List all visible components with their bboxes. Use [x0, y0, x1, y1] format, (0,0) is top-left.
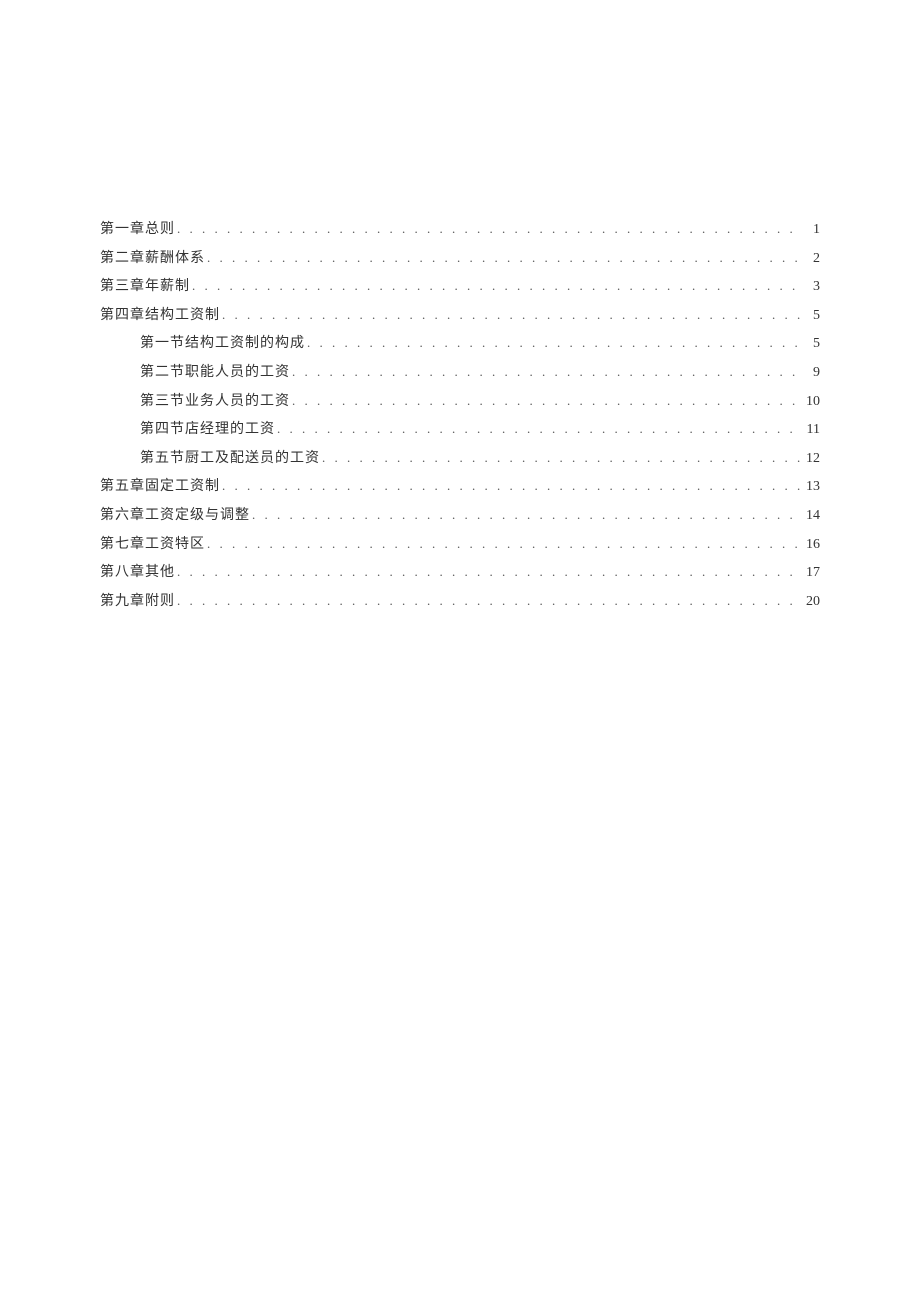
toc-entry: 第二节职能人员的工资 . . . . . . . . . . . . . . .…: [140, 363, 820, 383]
toc-title: 第二章薪酬体系: [100, 249, 205, 269]
toc-leader: . . . . . . . . . . . . . . . . . . . . …: [307, 334, 800, 352]
toc-leader: . . . . . . . . . . . . . . . . . . . . …: [222, 306, 800, 324]
toc-page: 2: [802, 249, 820, 269]
toc-title: 第五节厨工及配送员的工资: [140, 449, 320, 469]
toc-leader: . . . . . . . . . . . . . . . . . . . . …: [177, 592, 800, 610]
toc-entry: 第五章固定工资制 . . . . . . . . . . . . . . . .…: [100, 477, 820, 497]
toc-page: 12: [802, 449, 820, 469]
toc-entry: 第三节业务人员的工资 . . . . . . . . . . . . . . .…: [140, 392, 820, 412]
toc-entry: 第四章结构工资制 . . . . . . . . . . . . . . . .…: [100, 306, 820, 326]
toc-title: 第七章工资特区: [100, 535, 205, 555]
toc-leader: . . . . . . . . . . . . . . . . . . . . …: [177, 220, 800, 238]
toc-entry: 第五节厨工及配送员的工资 . . . . . . . . . . . . . .…: [140, 449, 820, 469]
toc-entry: 第七章工资特区 . . . . . . . . . . . . . . . . …: [100, 535, 820, 555]
toc-page: 13: [802, 477, 820, 497]
toc-title: 第九章附则: [100, 592, 175, 612]
toc-entry: 第一节结构工资制的构成 . . . . . . . . . . . . . . …: [140, 334, 820, 354]
toc-page: 10: [802, 392, 820, 412]
toc-page: 16: [802, 535, 820, 555]
toc-entry: 第二章薪酬体系 . . . . . . . . . . . . . . . . …: [100, 249, 820, 269]
toc-entry: 第四节店经理的工资 . . . . . . . . . . . . . . . …: [140, 420, 820, 440]
toc-leader: . . . . . . . . . . . . . . . . . . . . …: [292, 392, 800, 410]
toc-title: 第四章结构工资制: [100, 306, 220, 326]
toc-leader: . . . . . . . . . . . . . . . . . . . . …: [292, 363, 800, 381]
toc-leader: . . . . . . . . . . . . . . . . . . . . …: [192, 277, 800, 295]
toc-page: 14: [802, 506, 820, 526]
toc-page: 9: [802, 363, 820, 383]
toc-entry: 第八章其他 . . . . . . . . . . . . . . . . . …: [100, 563, 820, 583]
toc-title: 第一章总则: [100, 220, 175, 240]
toc-entry: 第一章总则 . . . . . . . . . . . . . . . . . …: [100, 220, 820, 240]
toc-title: 第二节职能人员的工资: [140, 363, 290, 383]
toc-leader: . . . . . . . . . . . . . . . . . . . . …: [252, 506, 800, 524]
toc-title: 第三章年薪制: [100, 277, 190, 297]
toc-leader: . . . . . . . . . . . . . . . . . . . . …: [222, 477, 800, 495]
toc-leader: . . . . . . . . . . . . . . . . . . . . …: [207, 249, 800, 267]
toc-title: 第八章其他: [100, 563, 175, 583]
toc-page: 5: [802, 306, 820, 326]
toc-title: 第六章工资定级与调整: [100, 506, 250, 526]
toc-page: 5: [802, 334, 820, 354]
toc-title: 第五章固定工资制: [100, 477, 220, 497]
toc-page: 20: [802, 592, 820, 612]
toc-leader: . . . . . . . . . . . . . . . . . . . . …: [277, 420, 800, 438]
toc-entry: 第九章附则 . . . . . . . . . . . . . . . . . …: [100, 592, 820, 612]
toc-leader: . . . . . . . . . . . . . . . . . . . . …: [207, 535, 800, 553]
toc-page: 17: [802, 563, 820, 583]
toc-title: 第三节业务人员的工资: [140, 392, 290, 412]
toc-leader: . . . . . . . . . . . . . . . . . . . . …: [322, 449, 800, 467]
toc-title: 第一节结构工资制的构成: [140, 334, 305, 354]
toc-page: 3: [802, 277, 820, 297]
toc-page: 1: [802, 220, 820, 240]
toc-leader: . . . . . . . . . . . . . . . . . . . . …: [177, 563, 800, 581]
toc-entry: 第六章工资定级与调整 . . . . . . . . . . . . . . .…: [100, 506, 820, 526]
table-of-contents: 第一章总则 . . . . . . . . . . . . . . . . . …: [100, 220, 820, 611]
toc-page: 11: [802, 420, 820, 440]
toc-entry: 第三章年薪制 . . . . . . . . . . . . . . . . .…: [100, 277, 820, 297]
toc-title: 第四节店经理的工资: [140, 420, 275, 440]
